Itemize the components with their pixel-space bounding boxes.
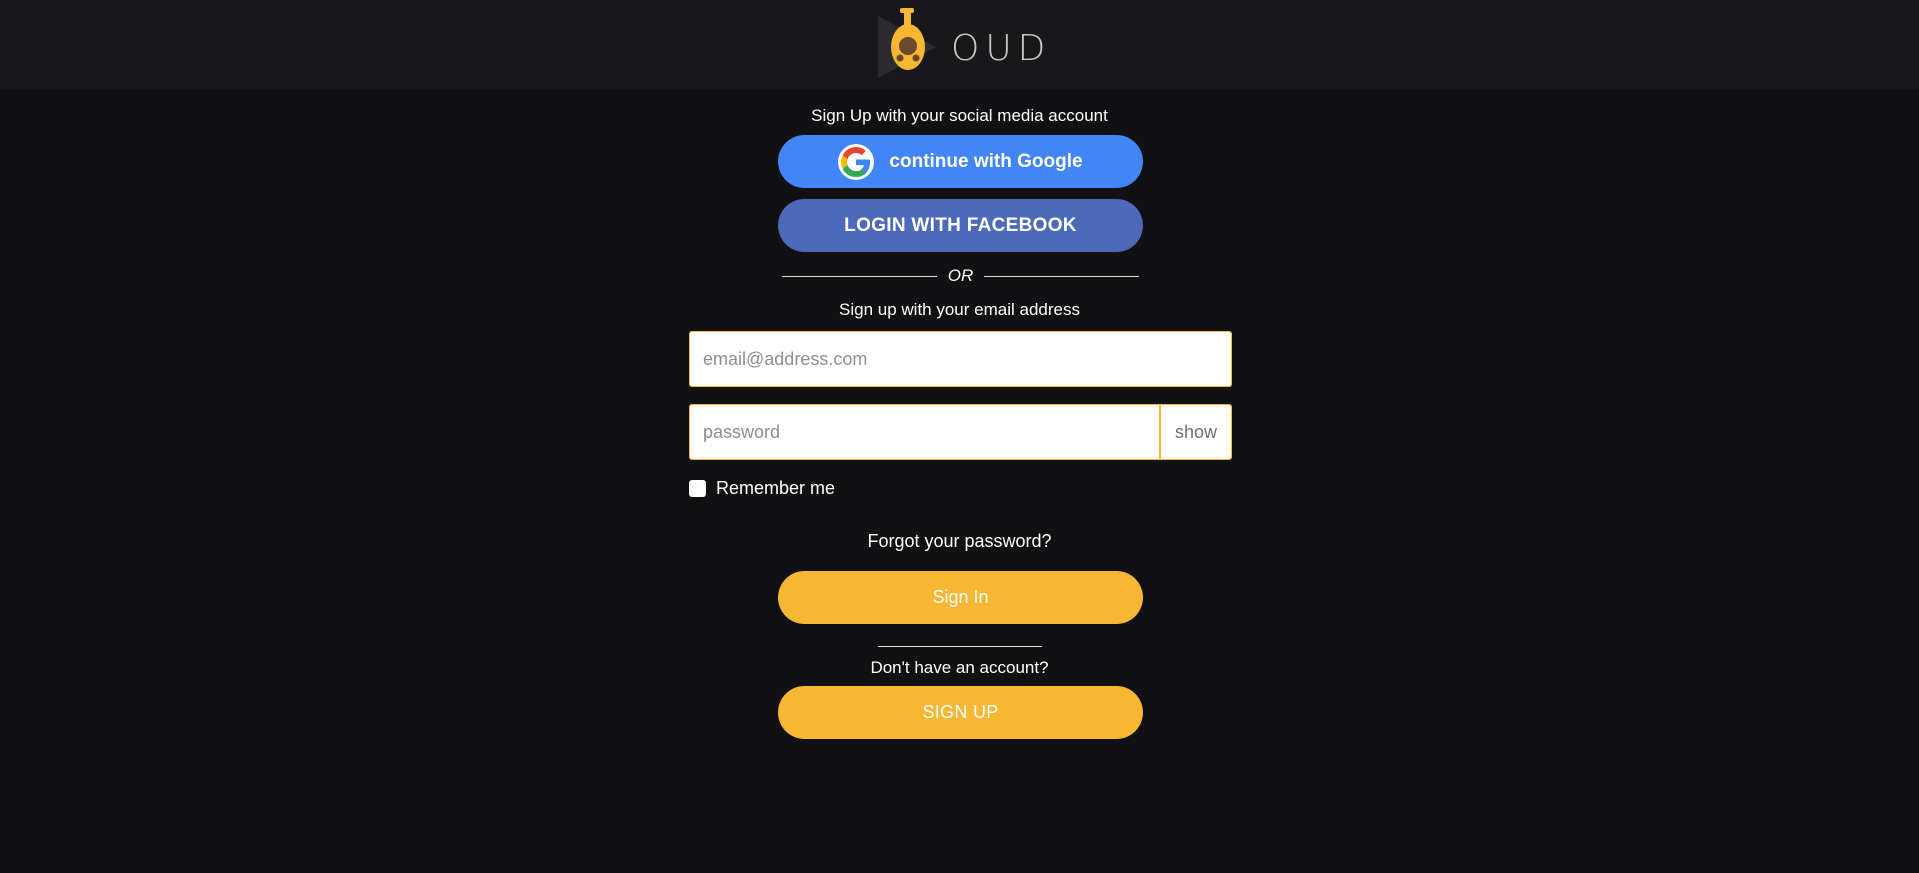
sign-up-label: SIGN UP: [922, 702, 999, 722]
password-input[interactable]: [689, 404, 1160, 460]
or-text: OR: [947, 266, 974, 285]
sign-up-button[interactable]: SIGN UP: [778, 686, 1143, 739]
facebook-login-button[interactable]: LOGIN WITH FACEBOOK: [778, 199, 1143, 252]
show-password-button[interactable]: show: [1160, 404, 1232, 460]
email-heading: Sign up with your email address: [839, 300, 1080, 319]
remember-me-label[interactable]: Remember me: [716, 478, 835, 499]
top-header: OUD: [0, 0, 1919, 89]
sign-in-label: Sign In: [932, 587, 989, 607]
google-signin-button[interactable]: continue with Google: [778, 135, 1143, 188]
remember-me-checkbox[interactable]: [689, 480, 706, 497]
remember-me-row: Remember me: [689, 478, 835, 499]
google-g-icon: [838, 143, 875, 180]
facebook-button-label: LOGIN WITH FACEBOOK: [844, 214, 1077, 236]
sign-in-button[interactable]: Sign In: [778, 571, 1143, 624]
forgot-password-link[interactable]: Forgot your password?: [0, 531, 1919, 552]
google-button-label: continue with Google: [889, 150, 1083, 172]
section-divider: [878, 646, 1042, 647]
no-account-prompt: Don't have an account?: [870, 658, 1049, 677]
email-input[interactable]: [689, 331, 1232, 387]
social-heading: Sign Up with your social media account: [811, 106, 1108, 125]
or-separator: OR: [782, 266, 1139, 286]
logo-wordmark: OUD: [951, 28, 1052, 69]
